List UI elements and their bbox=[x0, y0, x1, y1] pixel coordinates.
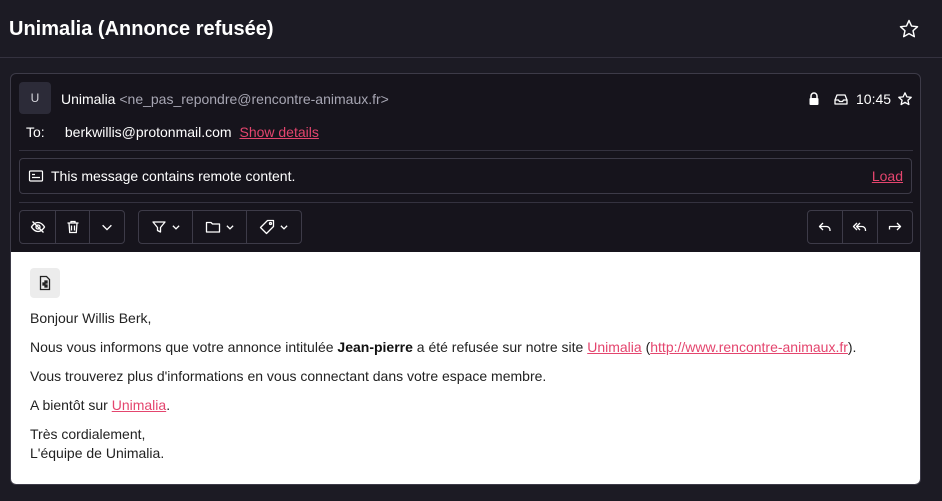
sender[interactable]: Unimalia <ne_pas_repondre@rencontre-anim… bbox=[61, 91, 389, 107]
broken-image-icon bbox=[30, 268, 60, 298]
to-label: To: bbox=[26, 124, 45, 140]
message-body: Bonjour Willis Berk, Nous vous informons… bbox=[11, 252, 920, 484]
body-paragraph: Vous trouverez plus d'informations en vo… bbox=[30, 368, 547, 384]
unimalia-link[interactable]: Unimalia bbox=[112, 397, 166, 413]
body-text: ( bbox=[641, 339, 651, 355]
toolbar-organize-group bbox=[138, 210, 302, 244]
chevron-down-icon bbox=[279, 222, 289, 232]
trash-icon bbox=[65, 219, 81, 235]
remote-content-banner: This message contains remote content. Lo… bbox=[19, 158, 912, 194]
email-subject: Unimalia (Annonce refusée) bbox=[9, 18, 274, 40]
body-paragraph: Nous vous informons que votre annonce in… bbox=[30, 339, 856, 355]
body-text: A bientôt sur bbox=[30, 397, 112, 413]
recipient-address[interactable]: berkwillis@protonmail.com bbox=[65, 124, 232, 140]
lock-icon[interactable] bbox=[806, 91, 822, 107]
eye-slash-icon bbox=[30, 219, 46, 235]
forward-icon bbox=[887, 219, 903, 235]
filter-button[interactable] bbox=[139, 211, 193, 243]
remote-content-text: This message contains remote content. bbox=[51, 168, 296, 184]
sender-name: Unimalia bbox=[61, 91, 116, 107]
body-text: . bbox=[166, 397, 171, 413]
recipients-row: To: berkwillis@protonmail.com Show detai… bbox=[26, 124, 319, 140]
image-icon bbox=[28, 168, 44, 184]
divider bbox=[19, 202, 913, 203]
greeting-line: Bonjour Willis Berk, bbox=[30, 310, 152, 326]
sender-address: <ne_pas_repondre@rencontre-animaux.fr> bbox=[119, 91, 389, 107]
show-details-link[interactable]: Show details bbox=[239, 124, 318, 140]
body-text: Nous vous informons que votre annonce in… bbox=[30, 339, 338, 355]
signature-line: Très cordialement, bbox=[30, 426, 146, 442]
avatar: U bbox=[19, 82, 51, 114]
reply-button[interactable] bbox=[808, 211, 843, 243]
divider bbox=[19, 150, 913, 151]
move-to-folder-button[interactable] bbox=[193, 211, 247, 243]
label-button[interactable] bbox=[247, 211, 301, 243]
tag-icon bbox=[259, 219, 275, 235]
star-icon[interactable] bbox=[897, 91, 913, 107]
inbox-icon[interactable] bbox=[833, 91, 849, 107]
more-actions-button[interactable] bbox=[90, 211, 124, 243]
message-time: 10:45 bbox=[856, 91, 892, 107]
toolbar-actions-group bbox=[19, 210, 125, 244]
load-remote-content-link[interactable]: Load bbox=[872, 168, 903, 184]
body-text: ). bbox=[847, 339, 857, 355]
body-paragraph: A bientôt sur Unimalia. bbox=[30, 397, 170, 413]
signature-line: L'équipe de Unimalia. bbox=[30, 445, 165, 461]
listing-title: Jean-pierre bbox=[337, 339, 413, 355]
delete-button[interactable] bbox=[56, 211, 90, 243]
star-icon[interactable] bbox=[898, 18, 920, 40]
chevron-down-icon bbox=[225, 222, 235, 232]
message-card: U Unimalia <ne_pas_repondre@rencontre-an… bbox=[10, 73, 921, 485]
mark-unread-button[interactable] bbox=[20, 211, 56, 243]
toolbar-reply-group bbox=[807, 210, 913, 244]
filter-icon bbox=[151, 219, 167, 235]
website-link[interactable]: http://www.rencontre-animaux.fr bbox=[650, 339, 848, 355]
body-text: a été refusée sur notre site bbox=[412, 339, 588, 355]
message-meta: 10:45 bbox=[806, 89, 913, 109]
chevron-down-icon bbox=[171, 222, 181, 232]
subject-bar: Unimalia (Annonce refusée) bbox=[0, 0, 942, 58]
reply-icon bbox=[817, 219, 833, 235]
reply-all-icon bbox=[852, 219, 868, 235]
unimalia-link[interactable]: Unimalia bbox=[587, 339, 641, 355]
folder-icon bbox=[205, 219, 221, 235]
forward-button[interactable] bbox=[878, 211, 912, 243]
chevron-down-icon bbox=[100, 220, 114, 234]
reply-all-button[interactable] bbox=[843, 211, 878, 243]
